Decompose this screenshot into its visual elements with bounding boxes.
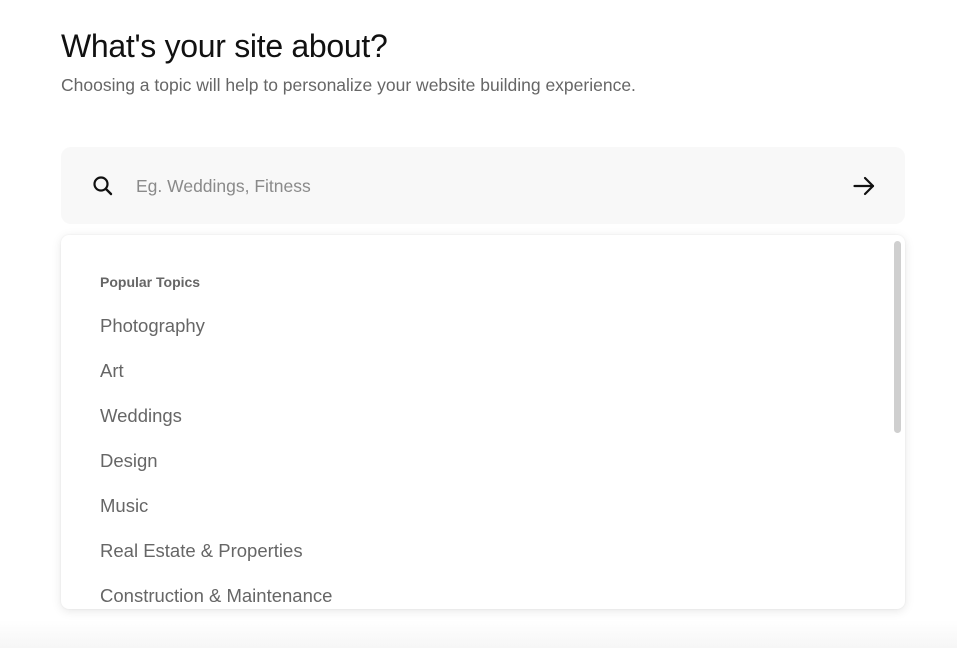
submit-topic-button[interactable] [847,169,881,203]
topic-search-input[interactable] [136,171,826,201]
dropdown-scrollbar-thumb[interactable] [894,241,901,433]
topic-option-photography[interactable]: Photography [100,311,332,356]
dropdown-scrollbar[interactable] [893,241,901,603]
topic-option-weddings[interactable]: Weddings [100,401,332,446]
topic-option-construction[interactable]: Construction & Maintenance [100,581,332,609]
topic-list: Photography Art Weddings Design Music Re… [100,311,332,609]
topic-option-design[interactable]: Design [100,446,332,491]
topic-suggestions-dropdown: Popular Topics Photography Art Weddings … [61,235,905,609]
page-title: What's your site about? [61,28,388,64]
topic-option-art[interactable]: Art [100,356,332,401]
topic-selection-page: What's your site about? Choosing a topic… [0,0,957,648]
page-subtitle: Choosing a topic will help to personaliz… [61,75,636,95]
section-label-popular-topics: Popular Topics [100,274,201,290]
arrow-right-icon [853,176,875,196]
topic-option-real-estate[interactable]: Real Estate & Properties [100,536,332,581]
topic-search-box [61,147,905,224]
search-icon-graphic [93,176,113,196]
search-icon [92,175,114,197]
topic-option-music[interactable]: Music [100,491,332,536]
